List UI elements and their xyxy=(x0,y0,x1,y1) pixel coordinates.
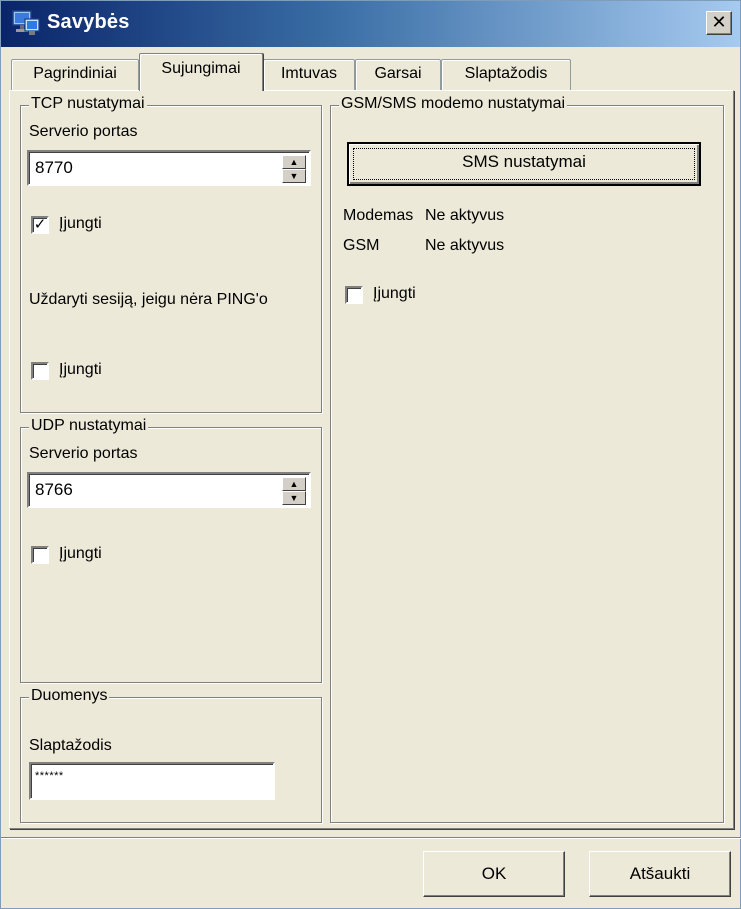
udp-enable-label: Įjungti xyxy=(59,545,102,562)
tcp-enable-checkbox[interactable]: ✓ xyxy=(31,216,49,234)
tab-garsai[interactable]: Garsai xyxy=(355,59,441,90)
tcp-group-title: TCP nustatymai xyxy=(29,94,147,114)
tcp-port-spin[interactable]: ▲ ▼ xyxy=(282,155,306,183)
cancel-button[interactable]: Atšaukti xyxy=(589,851,731,897)
tcp-settings-group: TCP nustatymai Serverio portas 8770 ▲ ▼ … xyxy=(20,94,322,413)
title-bar[interactable]: Savybės ✕ xyxy=(1,1,740,47)
window-title: Savybės xyxy=(47,11,130,33)
arrow-down-icon[interactable]: ▼ xyxy=(282,169,306,183)
properties-dialog: Savybės ✕ Pagrindiniai Sujungimai Imtuva… xyxy=(0,0,741,909)
ok-button[interactable]: OK xyxy=(423,851,565,897)
tcp-port-spinbox[interactable]: 8770 ▲ ▼ xyxy=(27,150,311,186)
gsm-status: Ne aktyvus xyxy=(425,237,505,254)
arrow-up-icon[interactable]: ▲ xyxy=(282,477,306,491)
checkmark-icon: ✓ xyxy=(33,216,47,233)
tab-imtuvas[interactable]: Imtuvas xyxy=(263,59,355,90)
sms-settings-button[interactable]: SMS nustatymai xyxy=(347,142,701,186)
arrow-down-icon[interactable]: ▼ xyxy=(282,491,306,505)
close-session-checkbox[interactable] xyxy=(31,362,49,380)
udp-group-title: UDP nustatymai xyxy=(29,416,149,436)
tab-panel-sujungimai: TCP nustatymai Serverio portas 8770 ▲ ▼ … xyxy=(9,90,734,829)
gsm-group-title: GSM/SMS modemo nustatymai xyxy=(339,94,568,114)
udp-settings-group: UDP nustatymai Serverio portas 8766 ▲ ▼ … xyxy=(20,416,322,683)
tab-pagrindiniai[interactable]: Pagrindiniai xyxy=(11,59,139,90)
close-button[interactable]: ✕ xyxy=(706,11,732,35)
udp-enable-checkbox[interactable] xyxy=(31,546,49,564)
tab-slaptazodis[interactable]: Slaptažodis xyxy=(441,59,571,90)
password-field[interactable]: ****** xyxy=(29,762,275,800)
data-group: Duomenys Slaptažodis ****** xyxy=(20,686,322,823)
computer-network-icon xyxy=(12,10,40,35)
password-value: ****** xyxy=(35,770,64,782)
modem-status: Ne aktyvus xyxy=(425,207,505,224)
gsm-enable-label: Įjungti xyxy=(373,285,416,302)
udp-port-value: 8766 xyxy=(35,480,73,499)
tcp-port-label: Serverio portas xyxy=(29,123,138,140)
close-session-label: Uždaryti sesiją, jeigu nėra PING'o xyxy=(29,291,268,308)
gsm-enable-checkbox[interactable] xyxy=(345,286,363,304)
cancel-button-label: Atšaukti xyxy=(629,864,691,883)
close-icon: ✕ xyxy=(711,12,727,32)
tcp-enable-label: Įjungti xyxy=(59,215,102,232)
udp-port-spin[interactable]: ▲ ▼ xyxy=(282,477,306,505)
gsm-label: GSM xyxy=(343,237,380,254)
modem-label: Modemas xyxy=(343,207,414,224)
tab-strip: Pagrindiniai Sujungimai Imtuvas Garsai S… xyxy=(1,51,741,91)
password-label: Slaptažodis xyxy=(29,737,112,754)
tcp-port-value: 8770 xyxy=(35,158,73,177)
gsm-sms-settings-group: GSM/SMS modemo nustatymai SMS nustatymai… xyxy=(330,94,724,823)
udp-port-label: Serverio portas xyxy=(29,445,138,462)
close-session-enable-label: Įjungti xyxy=(59,361,102,378)
udp-port-spinbox[interactable]: 8766 ▲ ▼ xyxy=(27,472,311,508)
data-group-title: Duomenys xyxy=(29,686,110,706)
arrow-up-icon[interactable]: ▲ xyxy=(282,155,306,169)
footer-separator xyxy=(1,837,741,839)
sms-settings-button-label: SMS nustatymai xyxy=(462,152,586,171)
ok-button-label: OK xyxy=(481,864,507,883)
tab-sujungimai[interactable]: Sujungimai xyxy=(139,53,263,91)
